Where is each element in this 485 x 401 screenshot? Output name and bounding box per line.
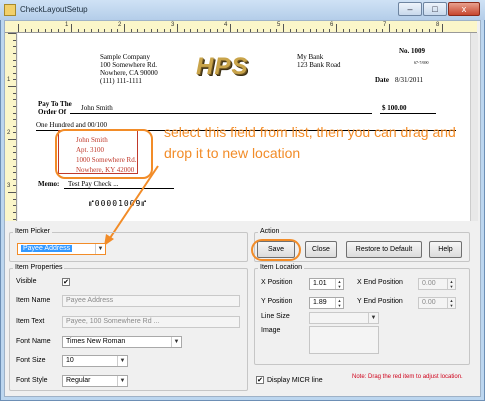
x-position-label: X Position <box>261 279 293 286</box>
spinner-arrows-icon[interactable]: ▲ ▼ <box>335 279 343 289</box>
x-end-position-value: 0.00 <box>422 280 436 287</box>
visible-checkbox[interactable]: ✔ <box>62 278 70 286</box>
help-button[interactable]: Help <box>429 241 462 258</box>
action-title: Action <box>258 228 282 235</box>
line-size-label: Line Size <box>261 313 290 320</box>
item-picker-dropdown[interactable]: Payee Address ▼ <box>17 243 106 255</box>
item-name-label: Item Name <box>16 297 51 304</box>
line-size-dropdown[interactable]: ▼ <box>309 312 379 324</box>
display-micr-checkbox[interactable]: ✔ <box>256 376 264 384</box>
spinner-arrows-icon[interactable]: ▲ ▼ <box>335 298 343 308</box>
x-position-spinner[interactable]: 1.01 ▲ ▼ <box>309 278 344 290</box>
font-size-value: 10 <box>66 357 74 364</box>
spinner-arrows-icon[interactable]: ▲ ▼ <box>447 298 455 308</box>
item-properties-title: Item Properties <box>13 264 65 271</box>
font-name-dropdown[interactable]: Times New Roman ▼ <box>62 336 182 348</box>
image-preview[interactable] <box>309 326 379 354</box>
chevron-down-icon[interactable]: ▼ <box>117 376 127 386</box>
font-size-dropdown[interactable]: 10 ▼ <box>62 355 128 367</box>
y-end-position-value: 0.00 <box>422 299 436 306</box>
chevron-down-icon[interactable]: ▼ <box>95 244 105 254</box>
item-text-label: Item Text <box>16 318 45 325</box>
item-name-field[interactable]: Payee Address <box>62 295 240 307</box>
visible-label: Visible <box>16 278 37 285</box>
drag-note: Note: Drag the red item to adjust locati… <box>352 374 463 380</box>
chevron-down-icon[interactable]: ▼ <box>117 356 127 366</box>
close-button[interactable]: Close <box>305 241 337 258</box>
y-position-label: Y Position <box>261 298 293 305</box>
x-end-position-spinner[interactable]: 0.00 ▲ ▼ <box>418 278 456 290</box>
image-label: Image <box>261 327 281 334</box>
y-position-spinner[interactable]: 1.89 ▲ ▼ <box>309 297 344 309</box>
font-style-label: Font Style <box>16 377 48 384</box>
item-picker-selected: Payee Address <box>21 245 73 252</box>
save-highlight <box>251 239 301 261</box>
item-text-field[interactable]: Payee, 100 Somewhere Rd ... <box>62 316 240 328</box>
x-position-value: 1.01 <box>313 280 327 287</box>
font-name-value: Times New Roman <box>66 338 126 345</box>
y-position-value: 1.89 <box>313 299 327 306</box>
font-size-label: Font Size <box>16 357 46 364</box>
font-name-label: Font Name <box>16 338 51 345</box>
restore-default-button[interactable]: Restore to Default <box>346 241 422 258</box>
item-location-title: Item Location <box>258 264 305 271</box>
font-style-dropdown[interactable]: Regular ▼ <box>62 375 128 387</box>
chevron-down-icon[interactable]: ▼ <box>171 337 181 347</box>
spinner-arrows-icon[interactable]: ▲ ▼ <box>447 279 455 289</box>
x-end-position-label: X End Position <box>357 279 403 286</box>
y-end-position-spinner[interactable]: 0.00 ▲ ▼ <box>418 297 456 309</box>
font-style-value: Regular <box>66 377 91 384</box>
item-properties-group <box>9 268 248 391</box>
y-end-position-label: Y End Position <box>357 298 403 305</box>
item-picker-title: Item Picker <box>13 228 53 235</box>
chevron-down-icon[interactable]: ▼ <box>368 313 378 323</box>
display-micr-label: Display MICR line <box>267 377 323 384</box>
